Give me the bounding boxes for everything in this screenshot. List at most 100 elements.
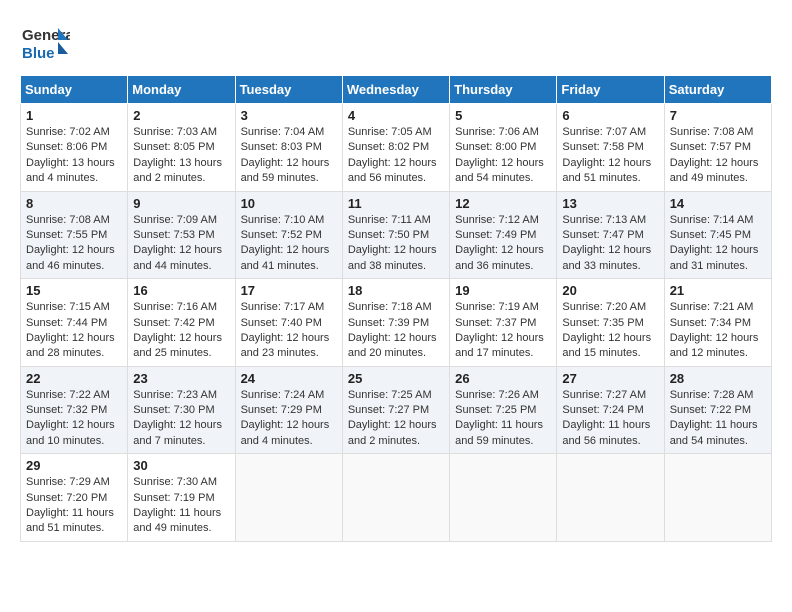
day-number: 11: [348, 196, 444, 211]
day-number: 27: [562, 371, 658, 386]
day-info: Sunrise: 7:20 AMSunset: 7:35 PMDaylight:…: [562, 300, 658, 362]
calendar-week-4: 22 Sunrise: 7:22 AMSunset: 7:32 PMDayligh…: [21, 366, 772, 454]
calendar-cell: 3 Sunrise: 7:04 AMSunset: 8:03 PMDaylight…: [235, 104, 342, 192]
day-info: Sunrise: 7:11 AMSunset: 7:50 PMDaylight:…: [348, 213, 444, 275]
calendar-cell: 17Sunrise: 7:17 AMSunset: 7:40 PMDayligh…: [235, 279, 342, 367]
day-number: 28: [670, 371, 766, 386]
calendar-cell: [235, 454, 342, 542]
day-info: Sunrise: 7:18 AMSunset: 7:39 PMDaylight:…: [348, 300, 444, 362]
calendar-cell: 19Sunrise: 7:19 AMSunset: 7:37 PMDayligh…: [450, 279, 557, 367]
day-number: 10: [241, 196, 337, 211]
day-number: 21: [670, 283, 766, 298]
calendar-cell: 2 Sunrise: 7:03 AMSunset: 8:05 PMDaylight…: [128, 104, 235, 192]
day-number: 16: [133, 283, 229, 298]
calendar-cell: 16 Sunrise: 7:16 AMSunset: 7:42 PMDayligh…: [128, 279, 235, 367]
day-number: 22: [26, 371, 122, 386]
calendar-cell: 11 Sunrise: 7:11 AMSunset: 7:50 PMDayligh…: [342, 191, 449, 279]
day-number: 29: [26, 458, 122, 473]
calendar-cell: 25 Sunrise: 7:25 AMSunset: 7:27 PMDayligh…: [342, 366, 449, 454]
day-info: Sunrise: 7:04 AMSunset: 8:03 PMDaylight:…: [241, 125, 337, 187]
calendar-week-2: 8 Sunrise: 7:08 AMSunset: 7:55 PMDaylight…: [21, 191, 772, 279]
day-number: 6: [562, 108, 658, 123]
calendar-week-5: 29 Sunrise: 7:29 AMSunset: 7:20 PMDayligh…: [21, 454, 772, 542]
day-info: Sunrise: 7:29 AMSunset: 7:20 PMDaylight:…: [26, 475, 122, 537]
logo-svg: GeneralBlue: [20, 20, 70, 65]
day-info: Sunrise: 7:28 AMSunset: 7:22 PMDaylight:…: [670, 388, 766, 450]
calendar-cell: 18 Sunrise: 7:18 AMSunset: 7:39 PMDayligh…: [342, 279, 449, 367]
day-info: Sunrise: 7:09 AMSunset: 7:53 PMDaylight:…: [133, 213, 229, 275]
calendar-cell: 7 Sunrise: 7:08 AMSunset: 7:57 PMDaylight…: [664, 104, 771, 192]
day-number: 12: [455, 196, 551, 211]
day-number: 20: [562, 283, 658, 298]
day-number: 15: [26, 283, 122, 298]
day-info: Sunrise: 7:08 AMSunset: 7:55 PMDaylight:…: [26, 213, 122, 275]
day-info: Sunrise: 7:06 AMSunset: 8:00 PMDaylight:…: [455, 125, 551, 187]
weekday-header-thursday: Thursday: [450, 76, 557, 104]
weekday-header-sunday: Sunday: [21, 76, 128, 104]
weekday-header-monday: Monday: [128, 76, 235, 104]
day-info: Sunrise: 7:13 AMSunset: 7:47 PMDaylight:…: [562, 213, 658, 275]
day-info: Sunrise: 7:08 AMSunset: 7:57 PMDaylight:…: [670, 125, 766, 187]
day-number: 2: [133, 108, 229, 123]
calendar-cell: 20 Sunrise: 7:20 AMSunset: 7:35 PMDayligh…: [557, 279, 664, 367]
day-number: 1: [26, 108, 122, 123]
day-info: Sunrise: 7:15 AMSunset: 7:44 PMDaylight:…: [26, 300, 122, 362]
calendar-cell: 24Sunrise: 7:24 AMSunset: 7:29 PMDayligh…: [235, 366, 342, 454]
calendar-cell: 1 Sunrise: 7:02 AMSunset: 8:06 PMDaylight…: [21, 104, 128, 192]
weekday-header-friday: Friday: [557, 76, 664, 104]
calendar-table: SundayMondayTuesdayWednesdayThursdayFrid…: [20, 75, 772, 542]
calendar-cell: 8 Sunrise: 7:08 AMSunset: 7:55 PMDaylight…: [21, 191, 128, 279]
calendar-cell: 10Sunrise: 7:10 AMSunset: 7:52 PMDayligh…: [235, 191, 342, 279]
day-number: 5: [455, 108, 551, 123]
calendar-week-1: 1 Sunrise: 7:02 AMSunset: 8:06 PMDaylight…: [21, 104, 772, 192]
day-number: 18: [348, 283, 444, 298]
calendar-cell: 21 Sunrise: 7:21 AMSunset: 7:34 PMDayligh…: [664, 279, 771, 367]
day-info: Sunrise: 7:03 AMSunset: 8:05 PMDaylight:…: [133, 125, 229, 187]
day-info: Sunrise: 7:26 AMSunset: 7:25 PMDaylight:…: [455, 388, 551, 450]
day-number: 19: [455, 283, 551, 298]
day-info: Sunrise: 7:07 AMSunset: 7:58 PMDaylight:…: [562, 125, 658, 187]
day-number: 4: [348, 108, 444, 123]
weekday-header-wednesday: Wednesday: [342, 76, 449, 104]
calendar-cell: 14 Sunrise: 7:14 AMSunset: 7:45 PMDayligh…: [664, 191, 771, 279]
calendar-cell: 28 Sunrise: 7:28 AMSunset: 7:22 PMDayligh…: [664, 366, 771, 454]
day-info: Sunrise: 7:25 AMSunset: 7:27 PMDaylight:…: [348, 388, 444, 450]
calendar-cell: 29 Sunrise: 7:29 AMSunset: 7:20 PMDayligh…: [21, 454, 128, 542]
day-info: Sunrise: 7:05 AMSunset: 8:02 PMDaylight:…: [348, 125, 444, 187]
day-info: Sunrise: 7:16 AMSunset: 7:42 PMDaylight:…: [133, 300, 229, 362]
day-number: 23: [133, 371, 229, 386]
calendar-cell: 4 Sunrise: 7:05 AMSunset: 8:02 PMDaylight…: [342, 104, 449, 192]
day-number: 26: [455, 371, 551, 386]
day-number: 3: [241, 108, 337, 123]
day-info: Sunrise: 7:14 AMSunset: 7:45 PMDaylight:…: [670, 213, 766, 275]
day-info: Sunrise: 7:17 AMSunset: 7:40 PMDaylight:…: [241, 300, 337, 362]
day-number: 7: [670, 108, 766, 123]
day-info: Sunrise: 7:12 AMSunset: 7:49 PMDaylight:…: [455, 213, 551, 275]
calendar-cell: 6 Sunrise: 7:07 AMSunset: 7:58 PMDaylight…: [557, 104, 664, 192]
day-info: Sunrise: 7:02 AMSunset: 8:06 PMDaylight:…: [26, 125, 122, 187]
weekday-header-saturday: Saturday: [664, 76, 771, 104]
day-number: 8: [26, 196, 122, 211]
day-info: Sunrise: 7:23 AMSunset: 7:30 PMDaylight:…: [133, 388, 229, 450]
calendar-cell: [557, 454, 664, 542]
calendar-cell: 23 Sunrise: 7:23 AMSunset: 7:30 PMDayligh…: [128, 366, 235, 454]
calendar-cell: 30Sunrise: 7:30 AMSunset: 7:19 PMDayligh…: [128, 454, 235, 542]
calendar-cell: 15 Sunrise: 7:15 AMSunset: 7:44 PMDayligh…: [21, 279, 128, 367]
calendar-cell: 13Sunrise: 7:13 AMSunset: 7:47 PMDayligh…: [557, 191, 664, 279]
calendar-cell: 12 Sunrise: 7:12 AMSunset: 7:49 PMDayligh…: [450, 191, 557, 279]
day-info: Sunrise: 7:27 AMSunset: 7:24 PMDaylight:…: [562, 388, 658, 450]
calendar-cell: [664, 454, 771, 542]
weekday-header-row: SundayMondayTuesdayWednesdayThursdayFrid…: [21, 76, 772, 104]
page-header: GeneralBlue: [20, 20, 772, 65]
calendar-cell: [450, 454, 557, 542]
calendar-cell: 27 Sunrise: 7:27 AMSunset: 7:24 PMDayligh…: [557, 366, 664, 454]
weekday-header-tuesday: Tuesday: [235, 76, 342, 104]
day-info: Sunrise: 7:30 AMSunset: 7:19 PMDaylight:…: [133, 475, 229, 537]
day-number: 14: [670, 196, 766, 211]
day-info: Sunrise: 7:22 AMSunset: 7:32 PMDaylight:…: [26, 388, 122, 450]
logo: GeneralBlue: [20, 20, 70, 65]
day-info: Sunrise: 7:24 AMSunset: 7:29 PMDaylight:…: [241, 388, 337, 450]
day-number: 9: [133, 196, 229, 211]
day-info: Sunrise: 7:21 AMSunset: 7:34 PMDaylight:…: [670, 300, 766, 362]
day-number: 25: [348, 371, 444, 386]
